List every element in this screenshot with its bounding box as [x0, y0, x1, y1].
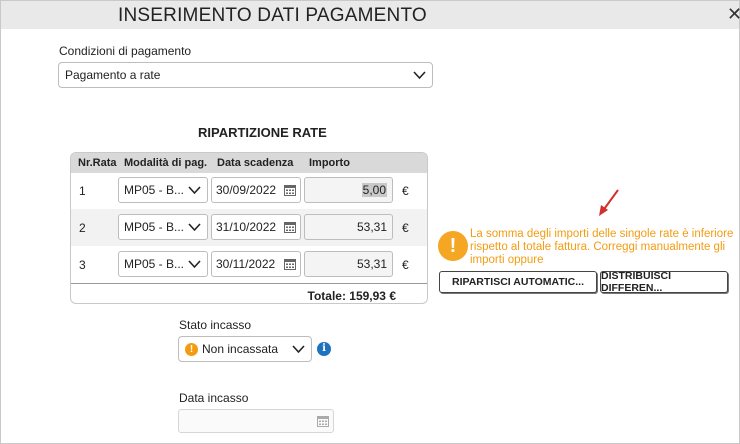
- installment-number: 3: [79, 258, 86, 272]
- chevron-down-icon: [292, 345, 305, 354]
- collection-status-select[interactable]: ! Non incassata: [178, 336, 312, 362]
- column-header: Nr.Rata: [78, 157, 117, 169]
- installment-number: 1: [79, 184, 86, 198]
- distribute-difference-button[interactable]: DISTRIBUISCI DIFFEREN...: [600, 270, 728, 294]
- collection-status-label: Stato incasso: [179, 318, 252, 332]
- auto-split-button[interactable]: RIPARTISCI AUTOMATIC...: [439, 271, 597, 293]
- due-date-input[interactable]: 31/10/2022: [211, 214, 301, 240]
- total-divider: [71, 283, 427, 284]
- due-date-input[interactable]: 30/09/2022: [211, 177, 301, 203]
- installment-number: 2: [79, 221, 86, 235]
- close-icon[interactable]: ✕: [727, 3, 740, 25]
- table-header: Nr.Rata Modalità di pag. Data scadenza I…: [71, 153, 427, 173]
- table-row: 1 MP05 - B... 30/09/2022 5,00 €: [71, 172, 427, 209]
- due-date-value: 30/11/2022: [216, 257, 276, 271]
- collection-status-value: Non incassata: [202, 342, 279, 356]
- column-header: Importo: [309, 157, 350, 169]
- chevron-down-icon: [188, 186, 201, 195]
- amount-value: 53,31: [356, 257, 387, 271]
- calendar-icon[interactable]: [317, 415, 329, 427]
- calendar-icon[interactable]: [284, 184, 296, 196]
- due-date-value: 30/09/2022: [216, 183, 277, 197]
- column-header: Modalità di pag.: [124, 157, 208, 169]
- payment-mode-select[interactable]: MP05 - B...: [118, 177, 208, 203]
- calendar-icon[interactable]: [284, 258, 296, 270]
- chevron-down-icon: [413, 71, 426, 80]
- table-row: 3 MP05 - B... 30/11/2022 53,31 €: [71, 246, 427, 283]
- collection-date-label: Data incasso: [179, 391, 249, 405]
- collection-date-input[interactable]: [178, 409, 334, 433]
- red-arrow-icon: [599, 189, 619, 216]
- payment-mode-value: MP05 - B...: [124, 220, 185, 234]
- info-icon[interactable]: i: [317, 342, 331, 356]
- table-row: 2 MP05 - B... 31/10/2022 53,31 €: [71, 209, 427, 246]
- payment-conditions-value: Pagamento a rate: [65, 68, 161, 82]
- currency-symbol: €: [402, 184, 409, 198]
- chevron-down-icon: [188, 260, 201, 269]
- payment-mode-value: MP05 - B...: [124, 183, 185, 197]
- installments-table: Nr.Rata Modalità di pag. Data scadenza I…: [70, 152, 428, 304]
- payment-conditions-select[interactable]: Pagamento a rate: [58, 62, 433, 88]
- calendar-icon[interactable]: [284, 221, 296, 233]
- due-date-input[interactable]: 30/11/2022: [211, 251, 301, 277]
- amount-input[interactable]: 5,00: [304, 177, 393, 203]
- dialog-title: INSERIMENTO DATI PAGAMENTO: [118, 5, 427, 26]
- amount-input[interactable]: 53,31: [304, 251, 393, 277]
- dialog-titlebar: INSERIMENTO DATI PAGAMENTO ✕: [1, 1, 740, 29]
- amount-value: 53,31: [356, 220, 387, 234]
- payment-mode-select[interactable]: MP05 - B...: [118, 251, 208, 277]
- currency-symbol: €: [402, 258, 409, 272]
- warning-icon: !: [438, 231, 468, 261]
- column-header: Data scadenza: [217, 157, 294, 169]
- warning-message: La somma degli importi delle singole rat…: [470, 228, 734, 266]
- due-date-value: 31/10/2022: [216, 220, 277, 234]
- payment-mode-value: MP05 - B...: [124, 257, 185, 271]
- amount-value: 5,00: [361, 183, 387, 197]
- amount-input[interactable]: 53,31: [304, 214, 393, 240]
- payment-conditions-label: Condizioni di pagamento: [59, 44, 192, 58]
- installments-total: Totale: 159,93 €: [307, 289, 397, 303]
- installments-section-title: RIPARTIZIONE RATE: [198, 125, 327, 140]
- status-warning-icon: !: [185, 342, 198, 356]
- payment-mode-select[interactable]: MP05 - B...: [118, 214, 208, 240]
- chevron-down-icon: [188, 223, 201, 232]
- currency-symbol: €: [402, 221, 409, 235]
